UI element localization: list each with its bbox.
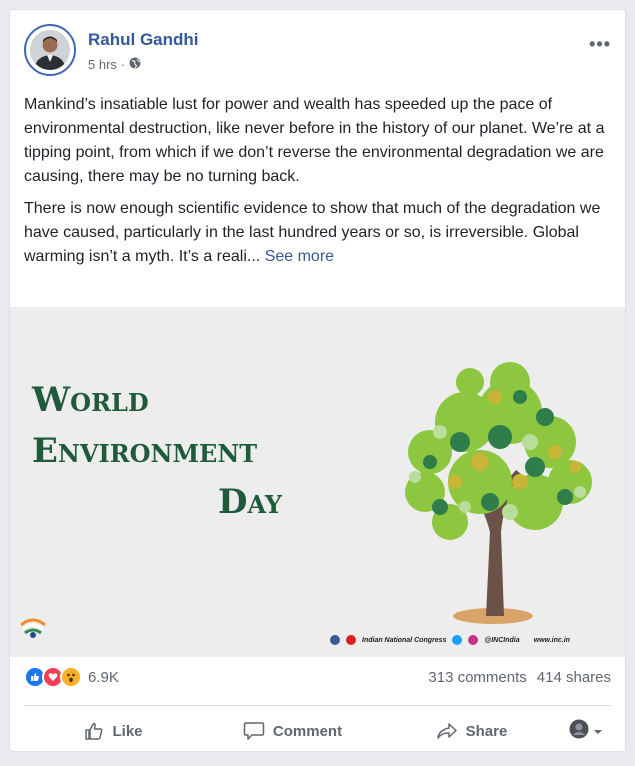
like-label: Like [112, 722, 143, 740]
globe-icon[interactable] [129, 57, 141, 72]
author-name[interactable]: Rahul Gandhi [88, 30, 199, 50]
more-options-icon[interactable]: ••• [589, 34, 611, 55]
post-text: Mankind’s insatiable lust for power and … [24, 93, 612, 277]
actions-divider [24, 705, 611, 706]
viewer-selector[interactable] [561, 719, 611, 744]
instagram-icon [468, 635, 479, 645]
share-label: Share [465, 722, 508, 740]
see-more-link[interactable]: See more [265, 248, 334, 265]
banner-footer-org: Indian National Congress [362, 636, 447, 644]
tree-illustration [405, 362, 592, 624]
chevron-down-icon [593, 722, 603, 740]
share-icon [436, 721, 458, 741]
profile-photo [30, 30, 70, 70]
shares-count[interactable]: 414 shares [537, 669, 611, 686]
share-button[interactable]: Share [382, 721, 561, 741]
post-actions: Like Comment Share [24, 712, 611, 750]
congress-logo [20, 618, 46, 638]
comment-button[interactable]: Comment [203, 721, 382, 741]
avatar[interactable] [24, 24, 76, 76]
meta-separator: · [120, 57, 126, 72]
viewer-avatar-icon [569, 719, 589, 744]
banner-title-line-2: Environment [32, 431, 258, 471]
reaction-count[interactable]: 6.9K [88, 669, 119, 686]
post-header: Rahul Gandhi 5 hrs · ••• [24, 24, 611, 84]
post-image[interactable]: World Environment Day Indian National Co… [10, 307, 625, 657]
twitter-icon [452, 635, 463, 645]
wow-reaction-icon [60, 666, 82, 688]
banner-footer-site: www.inc.in [533, 636, 570, 644]
banner-footer-handle: @INCIndia [484, 636, 520, 644]
banner-title-line-1: World [32, 380, 149, 420]
comments-count[interactable]: 313 comments [428, 669, 526, 686]
post-stats: 6.9K 313 comments 414 shares [24, 662, 611, 692]
comment-icon [243, 721, 265, 741]
post-time[interactable]: 5 hrs [88, 57, 117, 72]
post-paragraph-1: Mankind’s insatiable lust for power and … [24, 96, 605, 185]
banner-title: World Environment Day [32, 375, 282, 528]
reactions-summary[interactable]: 6.9K [24, 666, 119, 688]
comment-label: Comment [272, 722, 343, 740]
like-button[interactable]: Like [24, 721, 203, 741]
youtube-icon [346, 635, 356, 645]
post-meta: 5 hrs · [88, 57, 141, 72]
post-paragraph-2: There is now enough scientific evidence … [24, 197, 612, 269]
thumbs-up-icon [84, 721, 104, 741]
banner-footer: Indian National Congress @INCIndia www.i… [330, 635, 570, 645]
facebook-icon [330, 635, 340, 645]
engagement-counts: 313 comments 414 shares [428, 669, 611, 686]
post-card: Rahul Gandhi 5 hrs · ••• Mankind’s insat… [9, 9, 626, 752]
